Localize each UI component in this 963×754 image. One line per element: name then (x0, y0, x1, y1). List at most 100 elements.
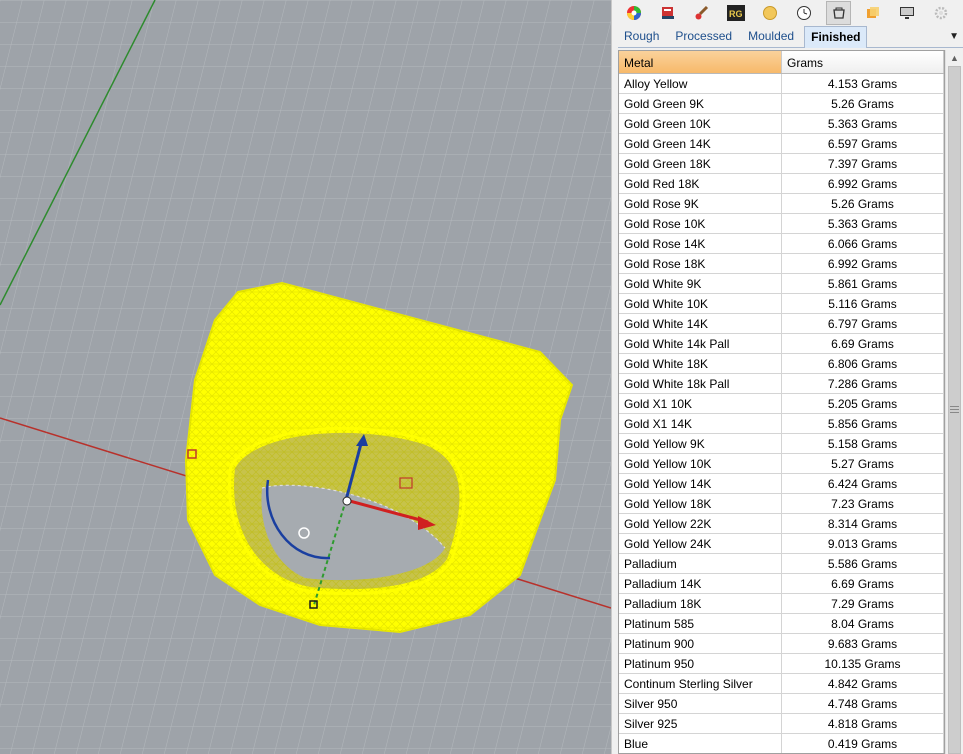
metal-name-cell[interactable]: Gold White 18k Pall (619, 374, 782, 393)
tab-processed[interactable]: Processed (669, 26, 738, 47)
table-row[interactable]: Gold White 10K 5.116 Grams (619, 294, 944, 314)
table-row[interactable]: Gold Yellow 22K 8.314 Grams (619, 514, 944, 534)
metal-name-cell[interactable]: Blue (619, 734, 782, 753)
grams-value-cell[interactable]: 0.419 Grams (782, 734, 944, 753)
table-row[interactable]: Alloy Yellow 4.153 Grams (619, 74, 944, 94)
grams-value-cell[interactable]: 5.26 Grams (782, 94, 944, 113)
metal-name-cell[interactable]: Gold White 14K (619, 314, 782, 333)
metal-name-cell[interactable]: Palladium (619, 554, 782, 573)
table-row[interactable]: Gold X1 10K 5.205 Grams (619, 394, 944, 414)
metal-name-cell[interactable]: Palladium 18K (619, 594, 782, 613)
grams-value-cell[interactable]: 5.27 Grams (782, 454, 944, 473)
table-row[interactable]: Blue 0.419 Grams (619, 734, 944, 753)
grams-value-cell[interactable]: 7.23 Grams (782, 494, 944, 513)
metal-name-cell[interactable]: Gold Green 10K (619, 114, 782, 133)
table-row[interactable]: Gold Yellow 9K 5.158 Grams (619, 434, 944, 454)
metal-name-cell[interactable]: Gold Yellow 24K (619, 534, 782, 553)
metal-name-cell[interactable]: Gold Red 18K (619, 174, 782, 193)
table-row[interactable]: Continum Sterling Silver 4.842 Grams (619, 674, 944, 694)
table-row[interactable]: Gold White 14K 6.797 Grams (619, 314, 944, 334)
grams-value-cell[interactable]: 5.861 Grams (782, 274, 944, 293)
table-row[interactable]: Gold Red 18K 6.992 Grams (619, 174, 944, 194)
table-row[interactable]: Gold X1 14K 5.856 Grams (619, 414, 944, 434)
table-row[interactable]: Gold White 18K 6.806 Grams (619, 354, 944, 374)
grams-value-cell[interactable]: 6.69 Grams (782, 574, 944, 593)
grams-value-cell[interactable]: 6.424 Grams (782, 474, 944, 493)
metal-name-cell[interactable]: Silver 950 (619, 694, 782, 713)
scroll-up-icon[interactable]: ▲ (950, 53, 959, 63)
tabs-dropdown-icon[interactable]: ▼ (949, 31, 959, 42)
grams-value-cell[interactable]: 6.806 Grams (782, 354, 944, 373)
table-row[interactable]: Gold White 9K 5.861 Grams (619, 274, 944, 294)
column-header-grams[interactable]: Grams (782, 51, 944, 73)
color-wheel-icon[interactable] (622, 1, 646, 25)
panel-splitter[interactable] (611, 0, 618, 754)
grams-value-cell[interactable]: 4.818 Grams (782, 714, 944, 733)
grams-value-cell[interactable]: 7.29 Grams (782, 594, 944, 613)
table-row[interactable]: Silver 950 4.748 Grams (619, 694, 944, 714)
table-row[interactable]: Platinum 585 8.04 Grams (619, 614, 944, 634)
brush-icon[interactable] (690, 1, 714, 25)
table-row[interactable]: Gold Rose 9K 5.26 Grams (619, 194, 944, 214)
metal-name-cell[interactable]: Gold White 14k Pall (619, 334, 782, 353)
metal-name-cell[interactable]: Silver 925 (619, 714, 782, 733)
tab-moulded[interactable]: Moulded (742, 26, 800, 47)
grams-value-cell[interactable]: 6.69 Grams (782, 334, 944, 353)
ring-icon[interactable] (826, 1, 851, 25)
table-row[interactable]: Gold Green 9K 5.26 Grams (619, 94, 944, 114)
metal-name-cell[interactable]: Gold Yellow 14K (619, 474, 782, 493)
metal-name-cell[interactable]: Gold X1 14K (619, 414, 782, 433)
table-row[interactable]: Gold Rose 10K 5.363 Grams (619, 214, 944, 234)
metal-name-cell[interactable]: Gold Yellow 10K (619, 454, 782, 473)
table-scrollbar[interactable]: ▲ (945, 50, 963, 754)
grams-value-cell[interactable]: 6.992 Grams (782, 254, 944, 273)
layers-icon[interactable] (861, 1, 885, 25)
grams-value-cell[interactable]: 6.597 Grams (782, 134, 944, 153)
table-row[interactable]: Gold White 18k Pall 7.286 Grams (619, 374, 944, 394)
metal-name-cell[interactable]: Gold Rose 9K (619, 194, 782, 213)
grams-value-cell[interactable]: 8.04 Grams (782, 614, 944, 633)
metal-name-cell[interactable]: Gold Yellow 22K (619, 514, 782, 533)
grams-value-cell[interactable]: 9.683 Grams (782, 634, 944, 653)
metal-name-cell[interactable]: Gold Rose 10K (619, 214, 782, 233)
grams-value-cell[interactable]: 5.158 Grams (782, 434, 944, 453)
tab-finished[interactable]: Finished (804, 26, 868, 48)
table-row[interactable]: Platinum 900 9.683 Grams (619, 634, 944, 654)
table-row[interactable]: Gold Yellow 24K 9.013 Grams (619, 534, 944, 554)
metal-name-cell[interactable]: Gold Rose 18K (619, 254, 782, 273)
grams-value-cell[interactable]: 7.286 Grams (782, 374, 944, 393)
table-row[interactable]: Gold White 14k Pall 6.69 Grams (619, 334, 944, 354)
metal-name-cell[interactable]: Gold White 9K (619, 274, 782, 293)
table-row[interactable]: Gold Yellow 18K 7.23 Grams (619, 494, 944, 514)
book-icon[interactable] (656, 1, 680, 25)
grams-value-cell[interactable]: 5.586 Grams (782, 554, 944, 573)
metal-name-cell[interactable]: Gold Green 18K (619, 154, 782, 173)
table-row[interactable]: Silver 925 4.818 Grams (619, 714, 944, 734)
column-header-metal[interactable]: Metal (619, 51, 782, 73)
table-row[interactable]: Gold Yellow 14K 6.424 Grams (619, 474, 944, 494)
metal-name-cell[interactable]: Palladium 14K (619, 574, 782, 593)
metal-name-cell[interactable]: Continum Sterling Silver (619, 674, 782, 693)
grams-value-cell[interactable]: 5.116 Grams (782, 294, 944, 313)
grams-value-cell[interactable]: 5.856 Grams (782, 414, 944, 433)
metal-name-cell[interactable]: Gold Green 14K (619, 134, 782, 153)
grams-value-cell[interactable]: 4.153 Grams (782, 74, 944, 93)
3d-viewport[interactable] (0, 0, 611, 754)
grams-value-cell[interactable]: 6.992 Grams (782, 174, 944, 193)
table-row[interactable]: Palladium 18K 7.29 Grams (619, 594, 944, 614)
monitor-icon[interactable] (895, 1, 919, 25)
metal-name-cell[interactable]: Gold White 10K (619, 294, 782, 313)
table-row[interactable]: Gold Green 14K 6.597 Grams (619, 134, 944, 154)
metal-name-cell[interactable]: Platinum 900 (619, 634, 782, 653)
metal-name-cell[interactable]: Platinum 585 (619, 614, 782, 633)
metal-name-cell[interactable]: Gold Green 9K (619, 94, 782, 113)
metal-name-cell[interactable]: Gold White 18K (619, 354, 782, 373)
metal-name-cell[interactable]: Gold Yellow 9K (619, 434, 782, 453)
table-row[interactable]: Gold Green 10K 5.363 Grams (619, 114, 944, 134)
table-row[interactable]: Gold Rose 18K 6.992 Grams (619, 254, 944, 274)
grams-value-cell[interactable]: 8.314 Grams (782, 514, 944, 533)
clock-icon[interactable] (792, 1, 816, 25)
rg-logo-icon[interactable]: RG (724, 1, 748, 25)
grams-value-cell[interactable]: 4.842 Grams (782, 674, 944, 693)
gear-icon[interactable] (929, 1, 953, 25)
